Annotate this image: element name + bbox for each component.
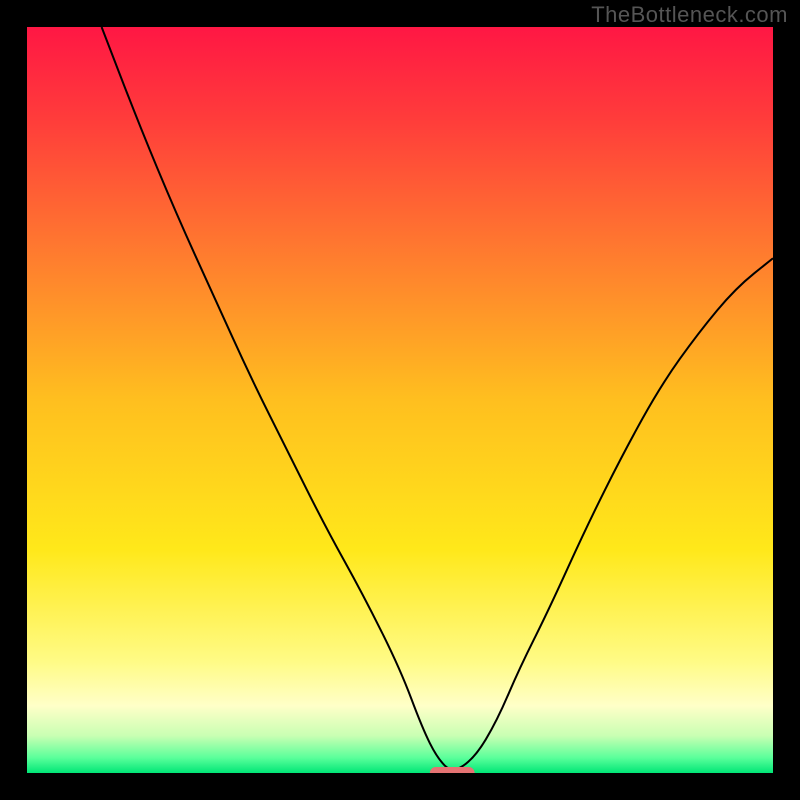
chart-container: TheBottleneck.com [0,0,800,800]
watermark-text: TheBottleneck.com [591,2,788,28]
chart-svg [27,27,773,773]
plot-area [27,27,773,773]
minimum-marker [430,767,475,773]
gradient-background [27,27,773,773]
